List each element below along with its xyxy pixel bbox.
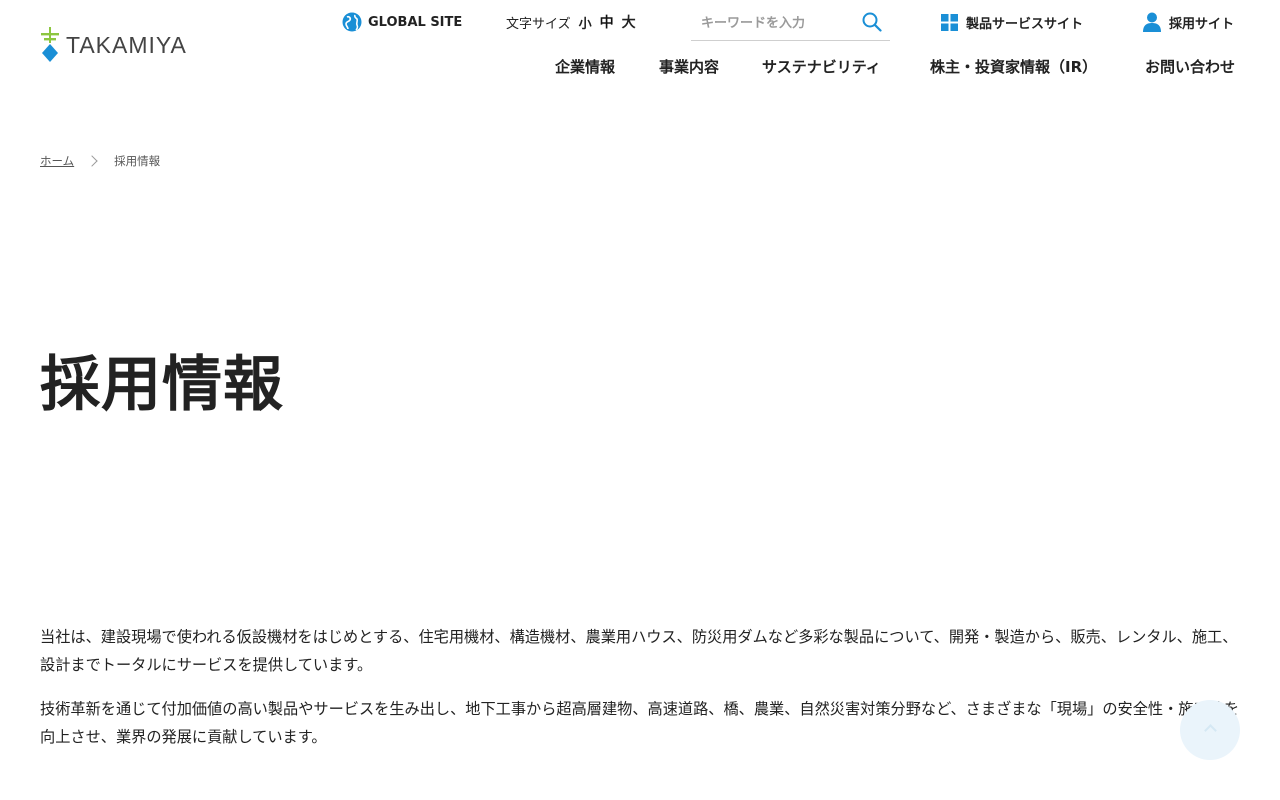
logo-text: TAKAMIYA (66, 31, 187, 58)
font-size-large-button[interactable]: 大 (622, 12, 636, 32)
products-site-link[interactable]: 製品サービスサイト (941, 10, 1083, 34)
nav-item-ir[interactable]: 株主・投資家情報（IR） (930, 56, 1097, 77)
logo-mark-icon (41, 27, 59, 62)
font-size-small-button[interactable]: 小 (579, 13, 592, 32)
breadcrumb: ホーム 採用情報 (40, 153, 160, 169)
global-site-link[interactable]: GLOBAL SITE (342, 10, 462, 34)
globe-icon (342, 12, 362, 32)
page-title: 採用情報 (40, 350, 284, 420)
nav-item-company[interactable]: 企業情報 (555, 56, 615, 77)
recruit-site-link[interactable]: 採用サイト (1143, 10, 1234, 34)
breadcrumb-current: 採用情報 (114, 154, 161, 168)
nav-item-contact[interactable]: お問い合わせ (1145, 56, 1235, 77)
person-icon (1143, 12, 1161, 32)
intro-section: 当社は、建設現場で使われる仮設機材をはじめとする、住宅用機材、構造機材、農業用ハ… (40, 623, 1245, 767)
intro-paragraph: 技術革新を通じて付加価値の高い製品やサービスを生み出し、地下工事から超高層建物、… (40, 700, 1240, 746)
grid-icon (941, 13, 958, 31)
site-header: TAKAMIYA GLOBAL SITE 文字サイズ 小 中 大 製品サービスサ… (0, 0, 1280, 100)
products-site-label: 製品サービスサイト (966, 16, 1084, 32)
search-box (691, 6, 890, 41)
font-size-label: 文字サイズ (506, 16, 571, 32)
back-to-top-button[interactable] (1180, 700, 1240, 760)
breadcrumb-home-link[interactable]: ホーム (40, 153, 74, 169)
nav-item-sustainability[interactable]: サステナビリティ (762, 56, 881, 77)
search-icon[interactable] (862, 12, 882, 32)
font-size-medium-button[interactable]: 中 (600, 12, 614, 32)
font-size-switcher: 文字サイズ 小 中 大 (506, 10, 636, 34)
chevron-right-icon (86, 155, 98, 167)
intro-paragraph: 当社は、建設現場で使われる仮設機材をはじめとする、住宅用機材、構造機材、農業用ハ… (40, 628, 1238, 674)
takamiya-logo[interactable]: TAKAMIYA (40, 27, 187, 63)
nav-item-business[interactable]: 事業内容 (659, 56, 719, 77)
recruit-site-label: 採用サイト (1169, 16, 1235, 32)
search-input[interactable] (691, 15, 861, 31)
global-site-label: GLOBAL SITE (368, 14, 463, 30)
